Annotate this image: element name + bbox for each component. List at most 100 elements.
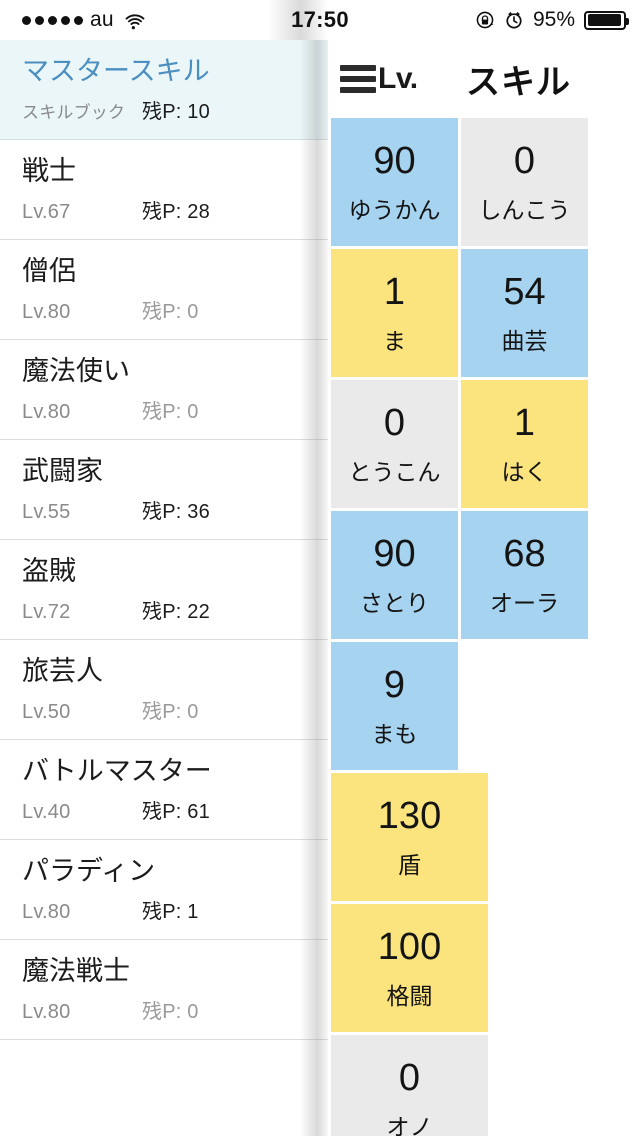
sidebar-item-meta: Lv.80 残P: 0 <box>22 995 312 1024</box>
status-bar-left-bg <box>0 0 300 40</box>
skill-value: 0 <box>398 1057 421 1099</box>
skill-cell[interactable]: 0 オノ <box>331 1035 488 1136</box>
skill-grid: 90 ゆうかん 0 しんこう 1 ま 54 曲芸 0 とうこん 1 はく 90 さとり 68 オーラ 9 まも 1… <box>328 118 640 1136</box>
status-bar-right-bg <box>328 0 640 40</box>
skill-cell[interactable]: 1 はく <box>461 380 588 508</box>
skill-value: 90 <box>373 140 416 182</box>
skill-value: 100 <box>377 926 442 968</box>
skill-label: 盾 <box>398 852 421 878</box>
skill-grid-top: 90 ゆうかん 0 しんこう 1 ま 54 曲芸 0 とうこん 1 はく 90 さとり 68 オーラ 9 まも <box>331 118 637 773</box>
skill-cell[interactable]: 90 ゆうかん <box>331 118 458 246</box>
sidebar-item-remaining-points: 残P: 22 <box>142 601 210 623</box>
sidebar-item[interactable]: 魔法使い Lv.80 残P: 0 <box>0 340 328 440</box>
sidebar-item-title: 戦士 <box>22 156 76 186</box>
sidebar-item[interactable]: 魔法戦士 Lv.80 残P: 0 <box>0 940 328 1040</box>
sidebar-item-title: パラディン <box>22 856 156 886</box>
skill-label: オノ <box>386 1114 433 1136</box>
sidebar-item[interactable]: マスタースキルスキルブック 残P: 10 <box>0 40 328 140</box>
skill-cell[interactable]: 1ま <box>331 249 458 377</box>
sidebar-item[interactable]: 旅芸人 Lv.50 残P: 0 <box>0 640 328 740</box>
sidebar-item[interactable]: 盗賊 Lv.72 残P: 22 <box>0 540 328 640</box>
skill-label: まも <box>371 721 418 747</box>
sidebar-item-title: 魔法使い <box>22 356 130 386</box>
sidebar-item-title: 魔法戦士 <box>22 956 130 986</box>
sidebar-item-title: 武闘家 <box>22 456 103 486</box>
sidebar-item[interactable]: 戦士 Lv.67 残P: 28 <box>0 140 328 240</box>
skill-label: 曲芸 <box>501 328 548 354</box>
sidebar-item-title: 盗賊 <box>22 556 76 586</box>
skill-cell[interactable]: 130 盾 <box>331 773 488 901</box>
sidebar-item[interactable]: パラディン Lv.80 残P: 1 <box>0 840 328 940</box>
sidebar-item-level: Lv.67 <box>22 201 71 223</box>
skill-label: はく <box>501 459 548 485</box>
sidebar-item-meta: Lv.72 残P: 22 <box>22 595 312 624</box>
status-bar-shadow <box>268 0 328 40</box>
sidebar-item-level: Lv.40 <box>22 801 71 823</box>
sidebar-item-meta: Lv.40 残P: 61 <box>22 795 312 824</box>
skill-label: さとり <box>360 590 429 616</box>
sidebar-item-meta: Lv.80 残P: 0 <box>22 295 312 324</box>
app-screen: マスタースキル スキルブック 残P: 10 戦士 Lv.67 残P: 28 僧侶 Lv.80 残… <box>0 0 640 1136</box>
skill-grid-bottom: 130盾100格闘0オノ100ヤリ130両手杖0短剣0扇130ハンマー <box>331 773 637 1136</box>
page-title: スキル <box>466 63 571 102</box>
sidebar-item-level: Lv.80 <box>22 301 71 323</box>
sidebar-item-level: Lv.80 <box>22 901 71 923</box>
menu-button[interactable]: Lv. <box>340 62 418 96</box>
sidebar-item-meta: Lv.67 残P: 28 <box>22 195 312 224</box>
status-bar-right: 95% <box>475 8 629 32</box>
status-bar-clock: 17:50 <box>291 7 349 32</box>
sidebar-item[interactable]: 武闘家 Lv.55 残P: 36 <box>0 440 328 540</box>
sidebar-item-remaining-points: 残P: 36 <box>142 501 210 523</box>
sidebar-item-level: Lv.55 <box>22 501 71 523</box>
sidebar-item-title: バトルマスター <box>22 756 212 786</box>
rotation-lock-icon <box>475 10 495 30</box>
skill-cell[interactable]: 0 しんこう <box>461 118 588 246</box>
nav-lv-label: Lv. <box>378 62 418 95</box>
skill-label: とうこん <box>348 459 441 485</box>
wifi-icon <box>124 12 146 30</box>
class-list: マスタースキル スキルブック 残P: 10 戦士 Lv.67 残P: 28 僧侶 Lv.80 残… <box>0 40 328 1040</box>
skill-cell[interactable]: 9 まも <box>331 642 458 770</box>
sidebar-item-title: 旅芸人 <box>22 656 103 686</box>
navigation-bar: Lv. スキル <box>328 40 640 118</box>
skill-label: 格闘 <box>386 983 433 1009</box>
alarm-clock-icon <box>504 10 524 30</box>
sidebar-item-meta: Lv.80 残P: 1 <box>22 895 312 924</box>
skill-value: 9 <box>383 664 406 706</box>
skill-cell[interactable]: 90 さとり <box>331 511 458 639</box>
skill-label: オーラ <box>490 590 559 616</box>
sidebar-item-title: 僧侶 <box>22 256 76 286</box>
skill-cell[interactable]: 54 曲芸 <box>461 249 588 377</box>
skill-label: ゆうかん <box>348 197 441 223</box>
carrier-label: au <box>90 8 114 31</box>
carrier-area: au <box>22 8 146 32</box>
hamburger-menu-icon[interactable] <box>340 65 376 93</box>
sidebar-item-remaining-points: 残P: 0 <box>142 701 199 723</box>
sidebar-item[interactable]: 僧侶 Lv.80 残P: 0 <box>0 240 328 340</box>
sidebar-item-meta: Lv.50 残P: 0 <box>22 695 312 724</box>
sidebar-item-remaining-points: 残P: 28 <box>142 201 210 223</box>
sidebar-item-meta: スキルブック 残P: 10 <box>22 95 312 124</box>
status-bar: au 17:50 95% <box>0 0 640 40</box>
skill-cell[interactable]: 0 とうこん <box>331 380 458 508</box>
sidebar-item-level: Lv.80 <box>22 1001 71 1023</box>
sidebar-item[interactable]: バトルマスター Lv.40 残P: 61 <box>0 740 328 840</box>
sidebar-item-meta: Lv.55 残P: 36 <box>22 495 312 524</box>
skill-value: 90 <box>373 533 416 575</box>
skill-cell[interactable]: 68 オーラ <box>461 511 588 639</box>
sidebar-item-title: マスタースキル <box>22 56 210 86</box>
sidebar-item-level: スキルブック <box>22 103 126 122</box>
sidebar-item-remaining-points: 残P: 1 <box>142 901 199 923</box>
skill-value: 0 <box>383 402 406 444</box>
skill-panel: Lv. スキル 90 ゆうかん 0 しんこう 1 ま 54 曲芸 0 とうこん 1 はく 90 さとり 68… <box>328 40 640 1136</box>
sidebar-item-remaining-points: 残P: 0 <box>142 1001 199 1023</box>
sidebar-item-level: Lv.50 <box>22 701 71 723</box>
sidebar-item-remaining-points: 残P: 61 <box>142 801 210 823</box>
skill-value: 54 <box>503 271 546 313</box>
skill-value: 0 <box>513 140 536 182</box>
skill-cell[interactable]: 100 格闘 <box>331 904 488 1032</box>
skill-label: ま <box>383 328 406 354</box>
battery-icon <box>584 10 629 30</box>
skill-value: 68 <box>503 533 546 575</box>
skill-value: 130 <box>377 795 442 837</box>
